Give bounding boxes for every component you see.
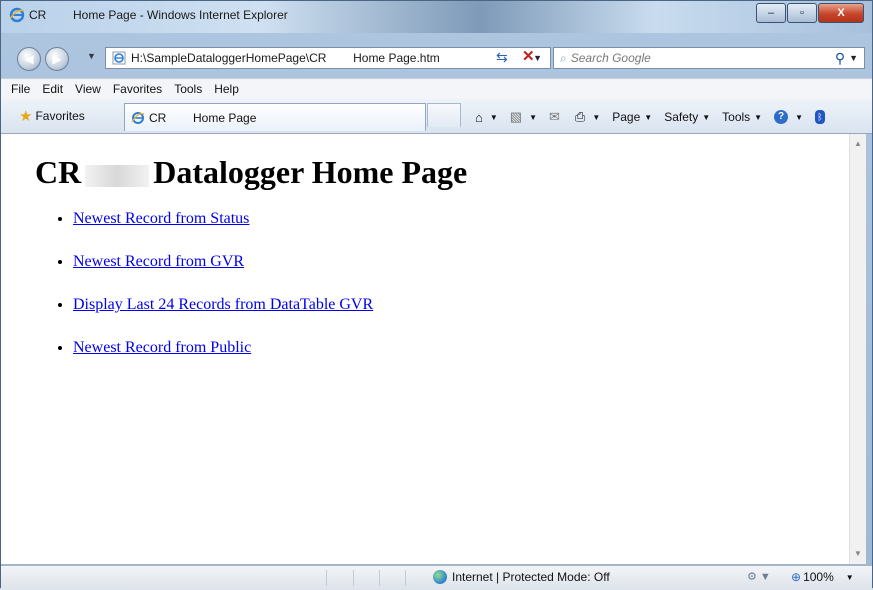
protected-mode-icon[interactable]: ⚙ ▼ [747,570,771,583]
home-button[interactable]: ⌂ ▼ [475,110,498,125]
zoom-level: 100% [803,570,834,584]
print-icon: ⎙ [574,109,586,124]
tab-current-page[interactable]: CR Home Page [124,103,426,131]
status-bar: Internet | Protected Mode: Off ⚙ ▼ ⊕ 100… [1,565,872,590]
list-item: Display Last 24 Records from DataTable G… [73,296,373,314]
bluetooth-icon[interactable]: ᛒ [815,110,825,124]
safety-menu-label: Safety [664,110,699,124]
menu-file[interactable]: File [1,82,36,96]
status-divider [353,570,354,586]
print-button[interactable]: ⎙ ▼ [575,109,600,125]
mail-icon: ✉ [549,109,560,124]
search-provider-icon: ⌕ [560,50,567,65]
search-input[interactable]: Search Google [571,51,835,65]
tools-menu-label: Tools [722,110,751,124]
read-mail-button[interactable]: ✉ [549,109,563,125]
heading-suffix: Datalogger Home Page [153,154,468,190]
link-list: Newest Record from Status Newest Record … [35,210,373,382]
maximize-button[interactable]: ▫ [787,3,817,23]
redacted-model-number [85,164,150,187]
page-menu-button[interactable]: Page ▼ [612,110,652,124]
link-newest-gvr[interactable]: Newest Record from GVR [73,253,244,270]
page-content: CR Datalogger Home Page Newest Record fro… [23,134,849,564]
search-icon[interactable]: ⚲ [835,50,845,67]
search-options-dropdown-icon[interactable]: ▼ [849,53,858,63]
heading-prefix: CR [35,154,82,190]
minimize-button[interactable]: – [756,3,786,23]
back-button[interactable]: ◀ [17,47,41,71]
menu-bar: File Edit View Favorites Tools Help [1,78,872,99]
address-field[interactable]: H:\SampleDataloggerHomePage\CR Home Page… [105,47,551,69]
page-dropdown-icon: ▼ [644,112,653,122]
tools-menu-button[interactable]: Tools ▼ [722,110,762,124]
safety-menu-button[interactable]: Safety ▼ [664,110,710,124]
menu-tools[interactable]: Tools [168,82,208,96]
tab-title: CR Home Page [149,110,257,125]
print-dropdown-icon[interactable]: ▼ [592,113,600,122]
globe-icon [433,570,447,584]
help-button[interactable]: ? ▼ [774,110,803,124]
security-zone[interactable]: Internet | Protected Mode: Off [433,570,610,584]
favorites-label: Favorites [35,109,85,123]
scroll-up-icon[interactable]: ▲ [850,136,866,152]
status-divider [326,570,327,586]
vertical-scrollbar[interactable]: ▲ ▼ [849,134,866,564]
content-left-margin [1,134,23,564]
command-bar: ⌂ ▼ ▧ ▼ ✉ ⎙ ▼ Page ▼ Safety ▼ Tools ▼ ? ▼ ᛒ [475,109,825,125]
status-divider [379,570,380,586]
title-bar: CR Home Page - Windows Internet Explorer… [1,1,872,33]
status-divider [405,570,406,586]
zoom-dropdown-icon[interactable]: ▼ [846,573,854,582]
page-menu-label: Page [612,110,641,124]
minimize-icon: – [767,7,775,19]
list-item: Newest Record from Public [73,339,373,357]
zone-text: Internet | Protected Mode: Off [452,570,610,584]
search-box[interactable]: ⌕ Search Google ⚲ ▼ [553,47,865,69]
caption-buttons: – ▫ X [755,3,864,23]
navigation-bar: ◀ ▶ ▼ H:\SampleDataloggerHomePage\CR Hom… [1,45,872,73]
refresh-icon[interactable]: ⇆ [496,50,512,64]
stop-icon[interactable]: ✕ [522,49,535,64]
menu-edit[interactable]: Edit [36,82,69,96]
back-arrow-icon: ◀ [24,52,34,66]
page-heading: CR Datalogger Home Page [35,154,467,191]
tools-dropdown-icon: ▼ [754,112,763,122]
help-dropdown-icon: ▼ [795,112,803,122]
close-icon: X [837,7,845,19]
forward-button[interactable]: ▶ [45,47,69,71]
menu-help[interactable]: Help [208,82,245,96]
feeds-icon: ▧ [509,109,523,124]
link-newest-public[interactable]: Newest Record from Public [73,339,251,356]
feeds-dropdown-icon[interactable]: ▼ [529,113,537,122]
safety-dropdown-icon: ▼ [702,112,711,122]
help-icon: ? [774,110,789,124]
star-icon: ★ [19,108,33,125]
scroll-down-icon[interactable]: ▼ [850,546,866,562]
feeds-button[interactable]: ▧ ▼ [510,109,537,125]
home-dropdown-icon[interactable]: ▼ [490,113,498,122]
favorites-tab-bar: ★ Favorites CR Home Page ⌂ ▼ ▧ ▼ ✉ ⎙ ▼ Page… [1,99,872,134]
maximize-icon: ▫ [800,7,804,19]
address-url: H:\SampleDataloggerHomePage\CR Home Page… [131,51,440,65]
zoom-control[interactable]: ⊕ 100% ▼ [791,570,854,584]
list-item: Newest Record from GVR [73,253,373,271]
browser-window: CR Home Page - Windows Internet Explorer… [0,0,873,590]
close-button[interactable]: X [818,3,864,23]
forward-arrow-icon: ▶ [52,52,62,66]
list-item: Newest Record from Status [73,210,373,228]
menu-favorites[interactable]: Favorites [107,82,168,96]
ie-logo-icon [9,7,25,23]
new-tab-button[interactable] [427,103,461,127]
recent-pages-dropdown-icon[interactable]: ▼ [87,51,96,61]
ie-logo-icon [131,111,145,124]
zoom-icon: ⊕ [791,570,802,584]
favorites-button[interactable]: ★ Favorites [19,105,85,127]
ie-page-icon [112,51,126,65]
menu-view[interactable]: View [69,82,107,96]
link-last-24-gvr[interactable]: Display Last 24 Records from DataTable G… [73,296,373,313]
window-title: CR Home Page - Windows Internet Explorer [29,8,288,22]
home-icon: ⌂ [475,109,483,125]
link-newest-status[interactable]: Newest Record from Status [73,210,249,227]
